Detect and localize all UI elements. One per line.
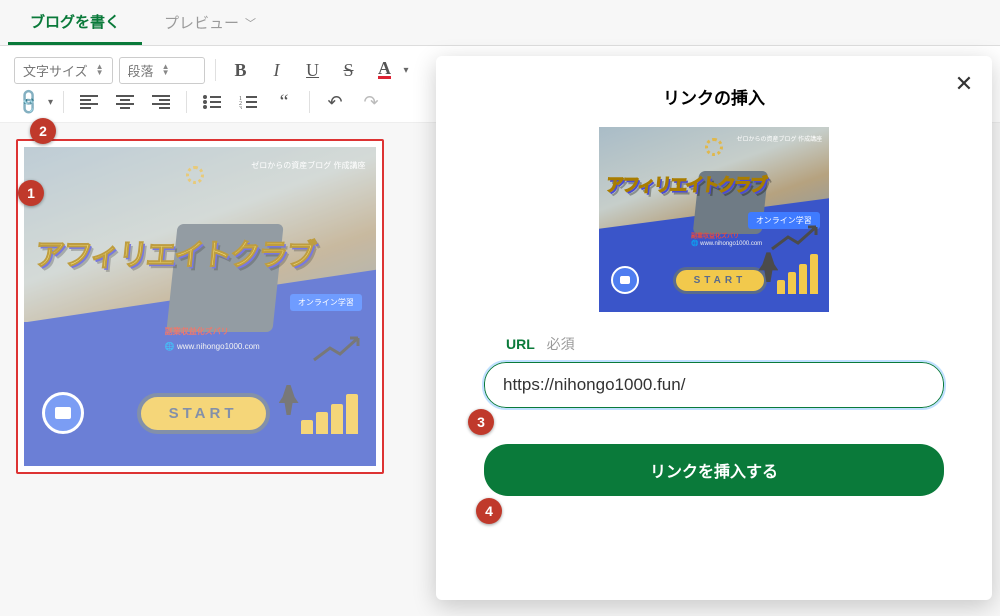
insert-link-button[interactable]: リンクを挿入する [484, 444, 944, 496]
tab-write-blog[interactable]: ブログを書く [8, 0, 142, 45]
undo-button[interactable]: ↶ [320, 88, 350, 116]
runner-icon [279, 385, 299, 415]
tab-write-label: ブログを書く [30, 11, 120, 32]
underline-button[interactable]: U [298, 56, 328, 84]
font-size-select[interactable]: 文字サイズ ▲▼ [14, 57, 113, 84]
stepper-icon: ▲▼ [162, 64, 170, 76]
tab-preview-label: プレビュー [164, 12, 239, 33]
banner-red1: 副業収益化ズバリ [165, 326, 229, 337]
url-label-text: URL [506, 336, 535, 352]
blockquote-button[interactable]: “ [269, 88, 299, 116]
insert-link-modal: ✕ リンクの挿入 ゼロからの資産ブログ 作成講座 アフィリエイトクラブ オンライ… [436, 56, 992, 600]
insert-link-label: リンクを挿入する [650, 464, 778, 481]
banner-start-button: START [673, 267, 768, 294]
bold-button[interactable]: B [226, 56, 256, 84]
tab-bar: ブログを書く プレビュー ﹀ [0, 0, 1000, 46]
tab-preview[interactable]: プレビュー ﹀ [142, 0, 278, 45]
step-badge-1: 1 [18, 180, 44, 206]
step-badge-4: 4 [476, 498, 502, 524]
selected-image-frame[interactable]: ゼロからの資産ブログ 作成講座 アフィリエイトクラブ オンライン学習 副業収益化… [16, 139, 384, 474]
arrow-up-icon [312, 334, 362, 364]
close-button[interactable]: ✕ [948, 68, 980, 100]
bullet-list-icon [203, 95, 221, 109]
block-format-label: 段落 [128, 61, 154, 80]
numbered-list-icon: 123 [239, 95, 257, 109]
gear-icon [705, 138, 723, 156]
step-badge-3: 3 [468, 409, 494, 435]
affiliate-banner: ゼロからの資産ブログ 作成講座 アフィリエイトクラブ オンライン学習 副業収益化… [24, 147, 376, 466]
bullet-list-button[interactable] [197, 88, 227, 116]
text-color-button[interactable]: A [370, 56, 400, 84]
numbered-list-button[interactable]: 123 [233, 88, 263, 116]
chevron-down-icon: ﹀ [245, 15, 256, 31]
gear-icon [186, 166, 204, 184]
camera-icon [611, 266, 639, 294]
banner-red2: 🌐 www.nihongo1000.com [691, 240, 762, 247]
italic-button[interactable]: I [262, 56, 292, 84]
align-left-icon [80, 95, 98, 109]
banner-chip: オンライン学習 [290, 294, 362, 311]
camera-icon [42, 392, 84, 434]
align-right-icon [152, 95, 170, 109]
separator [186, 91, 187, 113]
banner-tagline: ゼロからの資産ブログ 作成講座 [251, 160, 365, 171]
svg-text:3: 3 [239, 106, 242, 109]
align-center-button[interactable] [110, 88, 140, 116]
redo-button[interactable]: ↷ [356, 88, 386, 116]
separator [215, 59, 216, 81]
url-input[interactable] [484, 362, 944, 408]
stepper-icon: ▲▼ [96, 64, 104, 76]
required-label: 必須 [547, 336, 575, 352]
selected-image[interactable]: ゼロからの資産ブログ 作成講座 アフィリエイトクラブ オンライン学習 副業収益化… [24, 147, 376, 466]
link-preview-image: ゼロからの資産ブログ 作成講座 アフィリエイトクラブ オンライン学習 副業収益化… [599, 127, 829, 312]
link-button[interactable]: 🔗 [14, 88, 44, 116]
banner-tagline: ゼロからの資産ブログ 作成講座 [736, 134, 822, 143]
block-format-select[interactable]: 段落 ▲▼ [119, 57, 205, 84]
font-size-label: 文字サイズ [23, 61, 88, 80]
link-icon: 🔗 [14, 87, 45, 118]
close-icon: ✕ [955, 71, 973, 97]
banner-start-button: START [137, 393, 270, 434]
step-badge-2: 2 [30, 118, 56, 144]
arrow-up-icon [770, 223, 820, 253]
strikethrough-button[interactable]: S [334, 56, 364, 84]
align-right-button[interactable] [146, 88, 176, 116]
banner-red2: 🌐 www.nihongo1000.com [165, 342, 260, 351]
separator [63, 91, 64, 113]
banner-title: アフィリエイトクラブ [32, 230, 316, 274]
text-color-dropdown[interactable]: ▾ [404, 65, 409, 76]
separator [309, 91, 310, 113]
align-left-button[interactable] [74, 88, 104, 116]
banner-title: アフィリエイトクラブ [605, 171, 767, 197]
affiliate-banner: ゼロからの資産ブログ 作成講座 アフィリエイトクラブ オンライン学習 副業収益化… [599, 127, 829, 312]
banner-red1: 副業収益化ズバリ [691, 231, 739, 240]
align-center-icon [116, 95, 134, 109]
link-dropdown[interactable]: ▾ [48, 97, 53, 108]
url-field-label: URL 必須 [506, 334, 964, 354]
bar-chart-icon [301, 394, 358, 434]
modal-title: リンクの挿入 [464, 84, 964, 109]
bar-chart-icon [777, 254, 818, 294]
